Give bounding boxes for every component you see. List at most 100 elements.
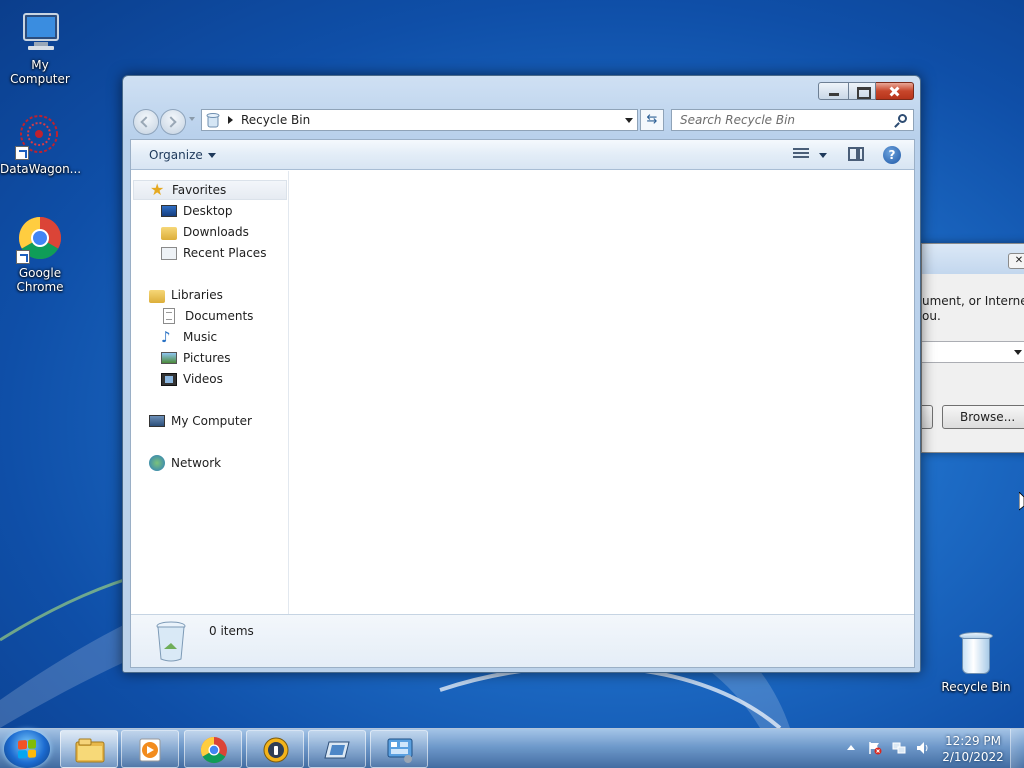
recent-places-icon (161, 246, 177, 260)
libraries-icon (149, 290, 165, 303)
desktop-icon (161, 205, 177, 217)
remote-desktop-icon (323, 736, 353, 764)
maximize-button[interactable] (849, 82, 876, 100)
preview-pane-icon[interactable] (848, 147, 864, 161)
browse-button[interactable]: Browse... (942, 405, 1024, 429)
explorer-client-area: Organize ? ★ Favorites Desktop Downloads … (130, 139, 915, 668)
nav-item-documents[interactable]: Documents (163, 306, 253, 326)
dialog-description: ument, or Internet ou. (922, 294, 1024, 324)
nav-label: Videos (183, 372, 223, 386)
shortcut-arrow-icon (16, 250, 30, 264)
desktop-icon-label: Google Chrome (16, 266, 64, 294)
nav-label: Desktop (183, 204, 233, 218)
security-app-icon (261, 736, 291, 764)
taskbar-security-app[interactable] (246, 730, 304, 768)
file-list-area[interactable] (290, 171, 914, 614)
taskbar-clock[interactable]: 12:29 PM 2/10/2022 (940, 733, 1006, 765)
nav-item-videos[interactable]: Videos (161, 369, 223, 389)
nav-item-pictures[interactable]: Pictures (161, 348, 231, 368)
help-icon[interactable]: ? (883, 146, 901, 164)
desktop-icon-datawagon[interactable]: DataWagon... (0, 112, 82, 176)
nav-label: Network (171, 456, 222, 470)
taskbar-google-chrome[interactable] (184, 730, 242, 768)
refresh-icon: ⇆ (646, 112, 658, 127)
recent-pages-chevron-icon[interactable] (189, 117, 195, 121)
taskbar: 12:29 PM 2/10/2022 (0, 728, 1024, 768)
nav-label: Documents (185, 309, 254, 323)
documents-icon (163, 308, 175, 324)
start-button[interactable] (4, 730, 50, 768)
arrow-right-icon (165, 116, 177, 128)
organize-button[interactable]: Organize (149, 148, 216, 162)
chevron-down-icon[interactable] (1014, 350, 1022, 355)
dialog-open-combobox[interactable] (922, 341, 1024, 363)
nav-item-downloads[interactable]: Downloads (161, 222, 249, 242)
nav-item-libraries[interactable]: Libraries (149, 285, 223, 305)
change-view-icon[interactable] (793, 148, 809, 162)
action-center-flag-icon[interactable] (868, 741, 882, 755)
refresh-button[interactable]: ⇆ (640, 109, 664, 131)
organize-label: Organize (149, 148, 203, 162)
nav-item-my-computer[interactable]: My Computer (149, 411, 252, 431)
caption-buttons (818, 82, 914, 100)
volume-icon[interactable] (916, 741, 930, 755)
star-icon: ★ (150, 180, 165, 199)
breadcrumb-recycle-bin[interactable]: Recycle Bin (241, 113, 310, 127)
breadcrumb-separator-icon[interactable] (228, 116, 233, 124)
dialog-text-line: ou. (922, 309, 941, 323)
details-pane: 0 items (131, 614, 914, 667)
nav-label: My Computer (171, 414, 252, 428)
show-desktop-button[interactable] (1010, 729, 1024, 768)
explorer-window[interactable]: Recycle Bin ⇆ Search Recycle Bin Organiz… (122, 75, 921, 673)
desktop-icon-recycle-bin[interactable]: Recycle Bin (936, 630, 1016, 694)
nav-item-desktop[interactable]: Desktop (161, 201, 233, 221)
datawagon-icon (15, 112, 63, 160)
clock-date: 2/10/2022 (942, 750, 1004, 764)
recycle-bin-icon (155, 621, 187, 663)
desktop-icon-label: DataWagon... (0, 162, 82, 176)
nav-item-recent-places[interactable]: Recent Places (161, 243, 266, 263)
nav-item-favorites[interactable]: ★ Favorites (133, 180, 287, 200)
search-icon[interactable] (898, 114, 907, 123)
nav-label: Recent Places (183, 246, 267, 260)
navigation-bar: Recycle Bin ⇆ Search Recycle Bin (131, 108, 914, 135)
back-button[interactable] (133, 109, 159, 135)
file-explorer-icon (75, 736, 105, 764)
arrow-left-icon (140, 116, 152, 128)
forward-button[interactable] (160, 109, 186, 135)
taskbar-media-player[interactable] (121, 730, 179, 768)
view-options-chevron-icon[interactable] (819, 153, 827, 158)
nav-item-network[interactable]: Network (149, 453, 221, 473)
taskbar-control-panel[interactable] (370, 730, 428, 768)
recycle-bin-small-icon (206, 112, 220, 128)
desktop-icon-label: My Computer (10, 58, 70, 86)
search-input[interactable]: Search Recycle Bin (671, 109, 914, 131)
computer-icon (149, 415, 165, 427)
network-icon (149, 455, 165, 471)
taskbar-file-explorer[interactable] (60, 730, 118, 768)
minimize-button[interactable] (818, 82, 849, 100)
desktop-icon-google-chrome[interactable]: Google Chrome (0, 216, 80, 294)
downloads-folder-icon (161, 227, 177, 240)
desktop-icon-my-computer[interactable]: My Computer (0, 8, 80, 86)
address-history-chevron-icon[interactable] (625, 118, 633, 123)
desktop-icon-label: Recycle Bin (941, 680, 1011, 694)
close-button[interactable] (876, 82, 914, 100)
nav-label: Libraries (171, 288, 223, 302)
taskbar-remote-desktop[interactable] (308, 730, 366, 768)
control-panel-icon (385, 736, 415, 764)
network-status-icon[interactable] (892, 741, 906, 755)
dialog-close-button[interactable]: ✕ (1008, 253, 1024, 269)
nav-label: Music (183, 330, 218, 344)
nav-item-music[interactable]: ♪ Music (161, 327, 217, 347)
show-hidden-icons-icon[interactable] (847, 745, 855, 750)
notification-area (842, 737, 942, 761)
clock-time: 12:29 PM (945, 734, 1001, 748)
windows-logo-icon (18, 739, 36, 759)
music-icon: ♪ (161, 328, 171, 346)
pictures-icon (161, 352, 177, 364)
background-run-dialog[interactable]: ✕ ument, or Internet ou. Browse... (921, 243, 1024, 453)
nav-label: Pictures (183, 351, 231, 365)
address-bar[interactable]: Recycle Bin (201, 109, 638, 131)
dialog-button-partial[interactable] (922, 405, 933, 429)
